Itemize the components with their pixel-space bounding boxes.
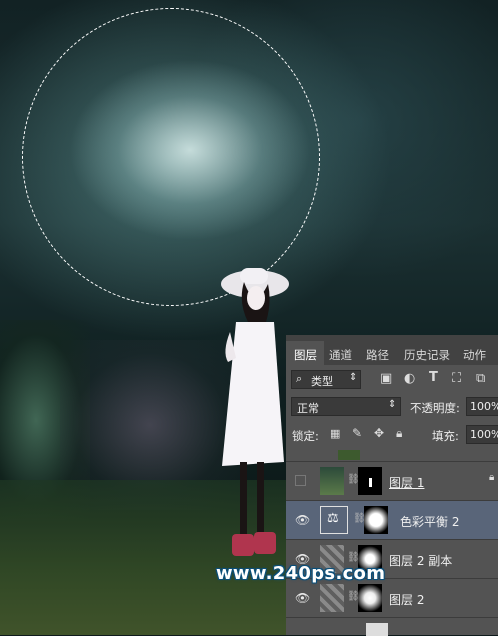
tab-paths[interactable]: 路径 (366, 347, 389, 363)
tab-history[interactable]: 历史记录 (404, 347, 450, 363)
tab-layers[interactable]: 图层 (294, 347, 317, 363)
opacity-value: 100% (470, 400, 498, 413)
eye-icon[interactable]: 👁︎ (295, 513, 310, 527)
girl-figure (221, 268, 289, 556)
layer-name[interactable]: 图层 1 (389, 474, 424, 491)
lock-image-pixels-icon[interactable]: ✎ (352, 426, 362, 440)
layer-name[interactable]: 图层 2 副本 (389, 552, 452, 569)
layer-row-1[interactable]: ⛓ 图层 1 🔒︎ (286, 461, 498, 500)
type-layer-filter-icon[interactable]: T (429, 370, 438, 385)
fill-input[interactable]: 100% (466, 425, 498, 444)
layer-name[interactable]: 色彩平衡 2 (400, 513, 459, 530)
layer-thumbnail-partial (338, 450, 360, 460)
filter-kind-label: 类型 (311, 375, 333, 388)
filter-row: ⌕ 类型 ⇕ ▣ ◐ T ⛶ ⧉ (286, 369, 498, 391)
tab-channels[interactable]: 通道 (329, 347, 352, 363)
lock-position-icon[interactable]: ✥ (374, 426, 384, 440)
opacity-label: 不透明度: (410, 401, 460, 415)
layer-mask-thumbnail[interactable] (364, 506, 388, 534)
layer-thumbnail-partial (366, 623, 388, 636)
eye-icon[interactable]: 👁︎ (295, 591, 310, 605)
lock-transparent-pixels-icon[interactable]: ▦ (330, 427, 340, 440)
pixel-layer-filter-icon[interactable]: ▣ (380, 371, 392, 386)
fill-label: 填充: (432, 429, 459, 443)
search-icon: ⌕ (296, 372, 303, 385)
layer-thumbnail (320, 584, 344, 612)
lock-icon: 🔒︎ (489, 472, 495, 483)
smart-object-filter-icon[interactable]: ⧉ (476, 371, 485, 386)
layer-name[interactable]: 图层 2 (389, 591, 424, 608)
mask-white-shape (369, 478, 372, 487)
layers-panel: 图层 通道 路径 历史记录 动作 ⌕ 类型 ⇕ ▣ ◐ T ⛶ ⧉ 正常 ⇕ 不… (286, 335, 498, 636)
blend-opacity-row: 正常 ⇕ 不透明度: 100% (286, 396, 498, 418)
lock-fill-row: 锁定: ▦ ✎ ✥ 🔒︎ 填充: 100% (286, 424, 498, 446)
balance-scale-icon: ⚖ (327, 511, 339, 526)
lock-all-icon[interactable]: 🔒︎ (396, 426, 402, 441)
adjustment-layer-filter-icon[interactable]: ◐ (404, 371, 415, 386)
opacity-input[interactable]: 100% (466, 397, 498, 416)
watermark-text: www.240ps.com (216, 563, 386, 584)
adjustment-thumbnail: ⚖ (320, 506, 348, 534)
filter-kind-select[interactable]: ⌕ 类型 ⇕ (291, 370, 361, 389)
chevron-updown-icon: ⇕ (349, 372, 358, 383)
layer-thumbnail (320, 467, 344, 495)
visibility-toggle-off[interactable] (295, 475, 306, 486)
layer-mask-thumbnail[interactable] (358, 467, 382, 495)
fill-value: 100% (470, 428, 498, 441)
shape-layer-filter-icon[interactable]: ⛶ (452, 371, 461, 386)
lock-label: 锁定: (292, 429, 319, 443)
chevron-updown-icon: ⇕ (388, 399, 397, 410)
layer-row-partial[interactable] (286, 617, 498, 636)
layer-mask-thumbnail[interactable] (358, 584, 382, 612)
layer-row-color-balance[interactable]: 👁︎ ⚖ ⛓ 色彩平衡 2 (286, 500, 498, 539)
panel-tab-bar: 图层 通道 路径 历史记录 动作 (286, 335, 498, 365)
blend-mode-select[interactable]: 正常 ⇕ (291, 397, 401, 416)
blend-mode-value: 正常 (297, 402, 319, 415)
tab-actions[interactable]: 动作 (463, 347, 486, 363)
